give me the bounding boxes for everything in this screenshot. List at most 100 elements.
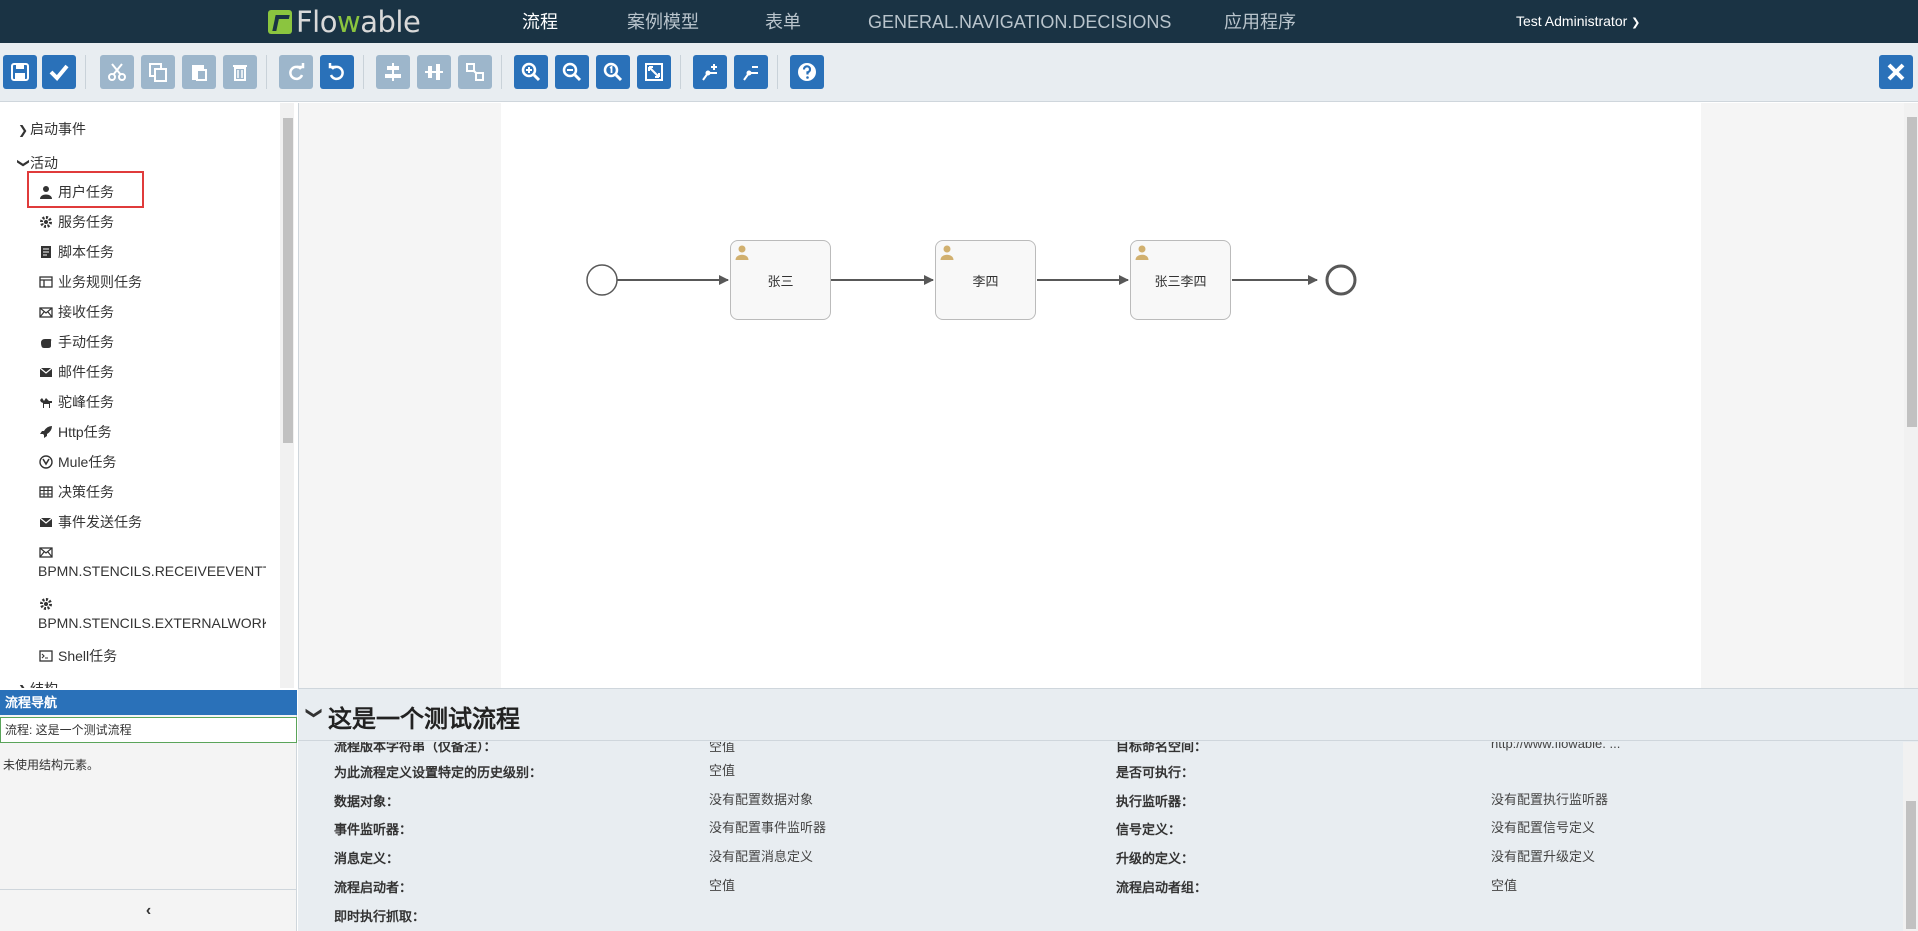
palette-item-external-worker-task-label[interactable]: BPMN.STENCILS.EXTERNALWORKERTASK <box>38 615 266 631</box>
cut-button[interactable] <box>100 55 134 89</box>
undo-button[interactable] <box>320 55 354 89</box>
category-label: 启动事件 <box>30 121 86 137</box>
palette-item-shell-task[interactable]: Shell任务 <box>38 646 117 666</box>
envelope-open-icon <box>38 544 54 560</box>
property-label[interactable]: 目标命名空间： <box>1116 742 1207 755</box>
property-label[interactable]: 流程启动者组： <box>1116 877 1207 896</box>
palette-item-send-event-task[interactable]: 事件发送任务 <box>38 512 142 532</box>
same-size-button[interactable] <box>458 55 492 89</box>
property-value[interactable]: 没有配置信号定义 <box>1491 817 1595 836</box>
save-icon <box>11 63 29 81</box>
palette-scrollbar-thumb[interactable] <box>283 118 293 443</box>
properties-header[interactable]: ❯ 这是一个测试流程 <box>298 689 1918 741</box>
bend-point-remove-icon <box>743 66 758 81</box>
navigator-process-row[interactable]: 流程: 这是一个测试流程 <box>0 717 297 743</box>
palette-category-activities[interactable]: ❯活动 <box>17 153 58 173</box>
close-editor-button[interactable] <box>1879 55 1913 89</box>
flowable-logo[interactable]: Flowable <box>268 5 421 39</box>
nav-case-models[interactable]: 案例模型 <box>627 0 699 43</box>
script-icon <box>38 244 54 260</box>
property-label[interactable]: 数据对象： <box>334 791 399 810</box>
palette-item-receive-event-task[interactable] <box>38 542 58 562</box>
palette-item-external-worker-task[interactable] <box>38 594 58 614</box>
property-label[interactable]: 执行监听器： <box>1116 791 1194 810</box>
property-value[interactable]: 空值 <box>709 742 735 755</box>
copy-button[interactable] <box>141 55 175 89</box>
trash-icon <box>233 65 247 81</box>
property-label[interactable]: 事件监听器： <box>334 819 412 838</box>
palette-item-decision-task[interactable]: 决策任务 <box>38 482 114 502</box>
zoom-out-button[interactable] <box>555 55 589 89</box>
user-menu[interactable]: Test Administrator ❯ <box>1516 0 1640 43</box>
zoom-in-button[interactable] <box>514 55 548 89</box>
palette-item-http-task[interactable]: Http任务 <box>38 422 112 442</box>
toolbar-divider <box>501 55 502 89</box>
align-horizontal-icon <box>385 63 401 81</box>
align-horizontal-button[interactable] <box>376 55 410 89</box>
property-label[interactable]: 信号定义： <box>1116 819 1181 838</box>
properties-scrollbar-thumb[interactable] <box>1906 801 1916 929</box>
collapse-panel-button[interactable]: ‹ <box>0 889 297 931</box>
property-label[interactable]: 流程版本字符串（仅备注）： <box>334 742 497 755</box>
validate-button[interactable] <box>42 55 76 89</box>
help-button[interactable] <box>790 55 824 89</box>
diagram-canvas[interactable]: 张三 李四 张三李四 <box>501 103 1701 688</box>
palette-category-start-events[interactable]: ❯ 启动事件 <box>18 119 86 139</box>
property-value[interactable]: 没有配置消息定义 <box>709 846 813 865</box>
properties-title: 这是一个测试流程 <box>328 706 520 733</box>
palette-item-camel-task[interactable]: 驼峰任务 <box>38 392 114 412</box>
delete-button[interactable] <box>223 55 257 89</box>
palette-item-business-rule-task[interactable]: 业务规则任务 <box>38 272 142 292</box>
palette-category-structural[interactable]: ❯结构 <box>18 679 58 688</box>
property-label[interactable]: 升级的定义： <box>1116 848 1194 867</box>
canvas-scrollbar-thumb[interactable] <box>1907 117 1917 427</box>
palette-item-mail-task[interactable]: 邮件任务 <box>38 362 114 382</box>
end-event[interactable] <box>1325 264 1357 296</box>
zoom-actual-button[interactable] <box>596 55 630 89</box>
add-bend-point-button[interactable] <box>693 55 727 89</box>
gear-icon <box>38 596 54 612</box>
property-value[interactable]: 空值 <box>709 760 735 779</box>
property-label[interactable]: 流程启动者： <box>334 877 412 896</box>
palette-item-manual-task[interactable]: 手动任务 <box>38 332 114 352</box>
user-name: Test Administrator <box>1516 13 1628 29</box>
redo-button[interactable] <box>279 55 313 89</box>
palette-item-receive-event-task-label[interactable]: BPMN.STENCILS.RECEIVEEVENTTASK <box>38 563 266 579</box>
property-value[interactable]: http://www.flowable. ... <box>1491 742 1620 751</box>
undo-icon <box>328 63 344 81</box>
remove-bend-point-button[interactable] <box>734 55 768 89</box>
user-task-zhangsan[interactable]: 张三 <box>730 240 831 320</box>
logo-text-part3: able <box>360 5 421 39</box>
chevron-left-icon: ‹ <box>145 902 152 919</box>
property-value[interactable]: 没有配置事件监听器 <box>709 817 826 836</box>
property-label[interactable]: 即时执行抓取： <box>334 906 425 925</box>
start-event[interactable] <box>586 264 618 296</box>
property-label[interactable]: 为此流程定义设置特定的历史级别： <box>334 762 542 781</box>
palette-item-service-task[interactable]: 服务任务 <box>38 212 114 232</box>
palette-item-receive-task[interactable]: 接收任务 <box>38 302 114 322</box>
user-task-zhangsan-lisi[interactable]: 张三李四 <box>1130 240 1231 320</box>
property-value[interactable]: 空值 <box>709 875 735 894</box>
property-value[interactable]: 没有配置执行监听器 <box>1491 789 1608 808</box>
chevron-down-icon: ❯ <box>1631 17 1641 29</box>
property-label[interactable]: 是否可执行： <box>1116 762 1194 781</box>
align-vertical-button[interactable] <box>417 55 451 89</box>
logo-text-part1: Flo <box>296 5 337 39</box>
category-label: 结构 <box>30 681 58 688</box>
nav-decisions[interactable]: GENERAL.NAVIGATION.DECISIONS <box>868 0 1171 43</box>
sequence-flows <box>586 264 1357 296</box>
nav-apps[interactable]: 应用程序 <box>1224 0 1296 43</box>
palette-item-mule-task[interactable]: Mule任务 <box>38 452 116 472</box>
save-button[interactable] <box>3 55 37 89</box>
align-vertical-icon <box>425 64 443 80</box>
toolbar-divider <box>777 55 778 89</box>
property-value[interactable]: 空值 <box>1491 875 1517 894</box>
paste-button[interactable] <box>182 55 216 89</box>
property-value[interactable]: 没有配置数据对象 <box>709 789 813 808</box>
user-task-lisi[interactable]: 李四 <box>935 240 1036 320</box>
property-label[interactable]: 消息定义： <box>334 848 399 867</box>
palette-item-script-task[interactable]: 脚本任务 <box>38 242 114 262</box>
nav-forms[interactable]: 表单 <box>765 0 801 43</box>
zoom-fit-button[interactable] <box>637 55 671 89</box>
property-value[interactable]: 没有配置升级定义 <box>1491 846 1595 865</box>
